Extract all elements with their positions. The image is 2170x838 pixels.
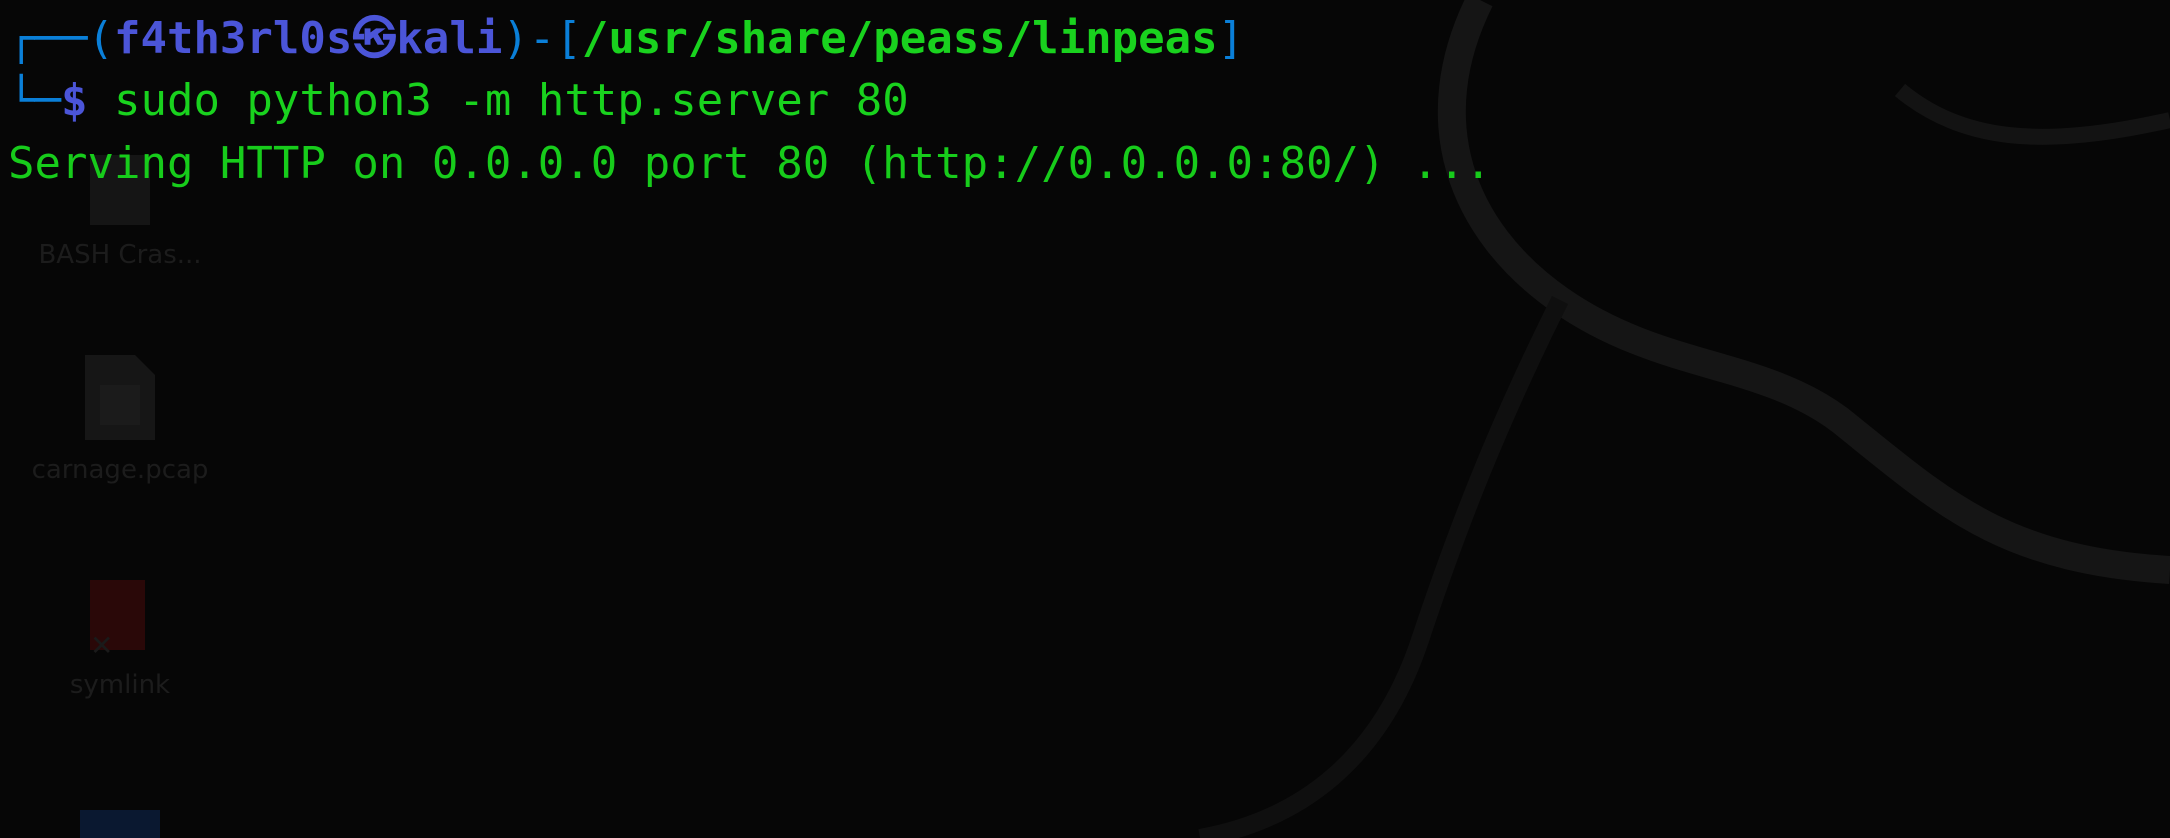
prompt-hostname: kali: [396, 13, 503, 64]
prompt-bracket-close: ]: [1217, 13, 1245, 64]
prompt-separator: )-[: [502, 13, 582, 64]
prompt-path: /usr/share/peass/linpeas: [581, 13, 1218, 64]
command-text: sudo python3 -m http.server 80: [113, 75, 909, 126]
terminal-window[interactable]: ┌──(f4th3rl0s㉿kali)-[/usr/share/peass/li…: [0, 0, 2170, 838]
command-line: └─$ sudo python3 -m http.server 80: [8, 70, 909, 132]
prompt-corner-bottom: └─: [8, 75, 61, 126]
desktop-screen: BASH Cras... carnage.pcap ✕ symlink ┌──(…: [0, 0, 2170, 838]
prompt-dollar: $: [60, 75, 88, 126]
prompt-corner-top: ┌──(: [8, 13, 114, 64]
prompt-at-icon: ㉿: [352, 13, 397, 64]
prompt-username: f4th3rl0s: [113, 13, 353, 64]
command-output: Serving HTTP on 0.0.0.0 port 80 (http://…: [8, 138, 1492, 189]
prompt-line: ┌──(f4th3rl0s㉿kali)-[/usr/share/peass/li…: [8, 8, 1244, 70]
